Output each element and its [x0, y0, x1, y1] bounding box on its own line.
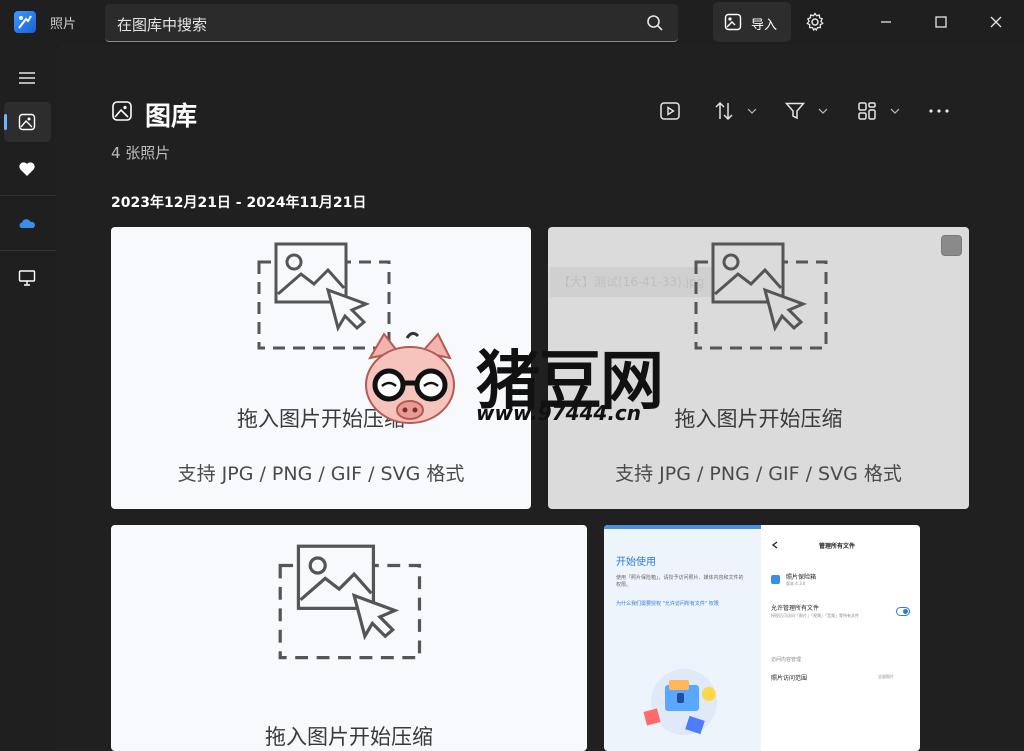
hamburger-icon: [19, 72, 35, 84]
allow-label: 允许管理所有文件: [771, 605, 820, 612]
manage-files-title: 管理所有文件: [819, 543, 856, 550]
photos-app-icon: [14, 11, 36, 33]
more-options-icon[interactable]: [927, 100, 951, 122]
page-title: 图库: [145, 102, 198, 132]
start-title: 开始使用: [616, 557, 656, 568]
sidebar: [0, 44, 56, 751]
screenshot-top-bar: [604, 525, 761, 529]
sidebar-divider: [0, 195, 56, 196]
gallery-icon: [18, 113, 36, 131]
gear-icon[interactable]: [804, 11, 826, 33]
heart-icon: [19, 162, 35, 176]
filter-icon[interactable]: [784, 100, 806, 122]
computer-icon: [18, 270, 36, 286]
folder-lock-illustration: [643, 669, 717, 735]
import-icon: [724, 13, 742, 31]
sidebar-item-this-pc[interactable]: [4, 258, 51, 298]
pig-mascot-logo: [365, 331, 455, 424]
allow-description: 授权后可访问「照片」「视频」「音频」等所有文件: [771, 613, 859, 618]
slideshow-icon[interactable]: [659, 100, 681, 122]
image-drop-icon: [278, 544, 422, 660]
drop-hint: 拖入图片开始压缩: [265, 725, 433, 749]
minimize-icon[interactable]: [874, 10, 898, 34]
search-input[interactable]: 在图库中搜索: [105, 4, 678, 42]
app-name: 照片: [50, 17, 77, 32]
start-text: 使用「照片保险箱」，请授予访问照片、媒体内容和文件的权限。: [616, 575, 744, 588]
format-hint: 支持 JPG / PNG / GIF / SVG 格式: [615, 463, 902, 485]
select-checkbox[interactable]: [941, 235, 962, 256]
date-range-header: 2023年12月21日 - 2024年11月21日: [111, 195, 367, 211]
import-label: 导入: [751, 18, 778, 33]
range-value: 全部照片: [878, 674, 894, 679]
chevron-down-icon[interactable]: [817, 106, 829, 116]
sidebar-divider: [0, 250, 56, 251]
photo-card[interactable]: 拖入图片开始压缩: [111, 525, 587, 751]
app-small-icon: [771, 575, 780, 584]
sort-icon[interactable]: [713, 100, 735, 122]
sidebar-item-onedrive[interactable]: [4, 204, 51, 244]
screenshot-left-panel: 开始使用 使用「照片保险箱」，请授予访问照片、媒体内容和文件的权限。 为什么我们…: [604, 525, 761, 751]
section-label: 访问内容管理: [771, 657, 802, 663]
app-version: 版本 4.3.0: [786, 581, 806, 586]
image-drop-icon: [694, 242, 828, 350]
watermark-url: www.97444.cn: [476, 401, 642, 425]
chevron-down-icon[interactable]: [746, 106, 758, 116]
photo-count: 4 张照片: [111, 144, 171, 162]
range-label: 照片访问范围: [771, 675, 808, 682]
sidebar-item-favorites[interactable]: [4, 149, 51, 189]
import-button[interactable]: 导入: [713, 2, 791, 42]
search-text: 在图库中搜索: [117, 16, 208, 34]
format-hint: 支持 JPG / PNG / GIF / SVG 格式: [177, 463, 465, 485]
app-name-label: 照片保险箱: [786, 574, 817, 581]
close-icon[interactable]: [984, 10, 1008, 34]
screenshot-right-panel: 管理所有文件 照片保险箱 版本 4.3.0 允许管理所有文件 授权后可访问「照片…: [761, 525, 920, 751]
gallery-title-icon: [112, 101, 132, 121]
drop-hint: 拖入图片开始压缩: [237, 407, 405, 431]
sidebar-item-gallery[interactable]: [4, 102, 51, 142]
maximize-icon[interactable]: [929, 10, 953, 34]
permission-link: 为什么我们需要授权 "允许访问所有文件" 权限: [616, 601, 719, 607]
title-bar: 照片 在图库中搜索 导入: [0, 0, 1024, 44]
back-arrow-icon: [771, 541, 778, 549]
search-icon[interactable]: [646, 14, 664, 32]
photo-card[interactable]: 开始使用 使用「照片保险箱」，请授予访问照片、媒体内容和文件的权限。 为什么我们…: [604, 525, 920, 751]
cloud-icon: [19, 219, 35, 228]
allow-toggle: [896, 607, 910, 616]
layout-icon[interactable]: [856, 100, 878, 122]
menu-button[interactable]: [4, 58, 51, 98]
chevron-down-icon[interactable]: [889, 106, 901, 116]
active-indicator: [4, 114, 7, 130]
file-name-tooltip: 【大】测试(16-41-33).jpg: [550, 267, 713, 297]
photo-card[interactable]: 拖入图片开始压缩 支持 JPG / PNG / GIF / SVG 格式: [111, 227, 531, 509]
